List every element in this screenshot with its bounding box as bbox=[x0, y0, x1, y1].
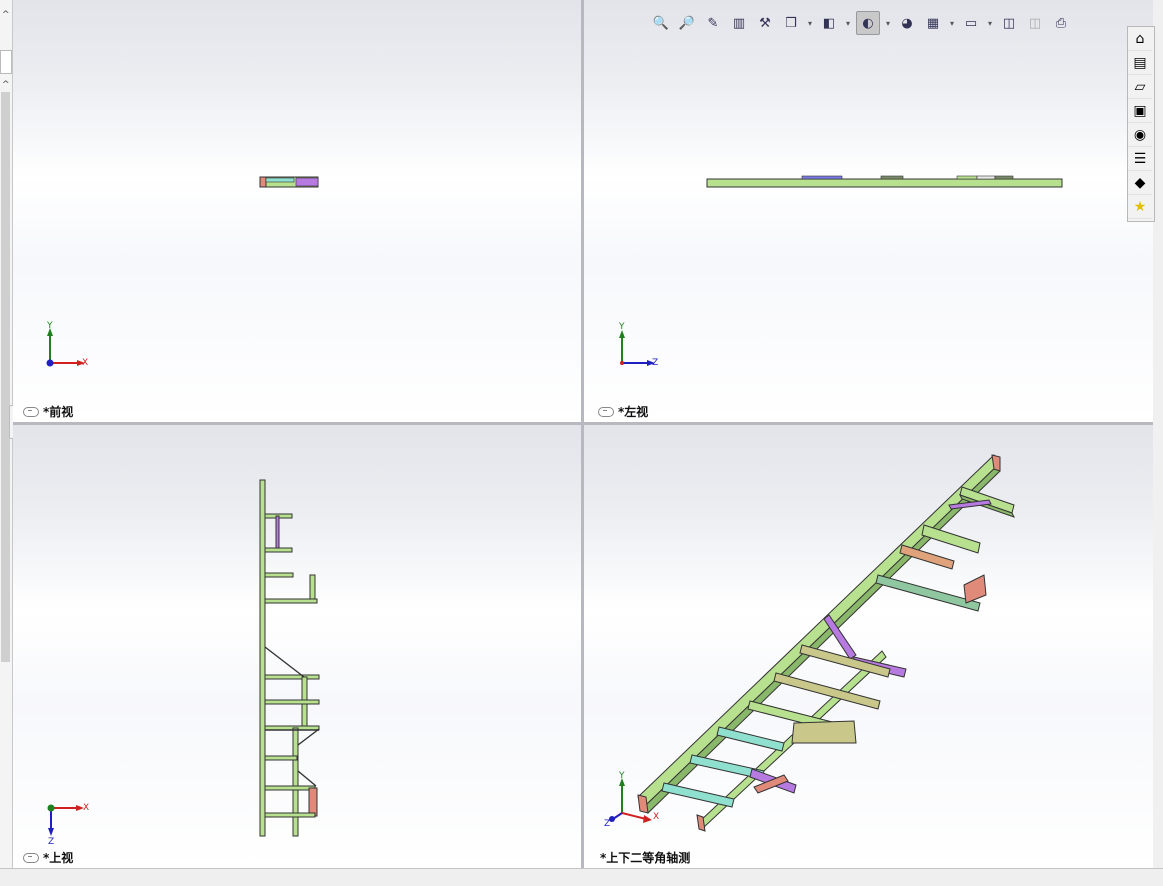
viewport-front-label: *前视 bbox=[23, 403, 73, 420]
status-bar bbox=[0, 868, 1163, 886]
appearances-icon[interactable]: ◉ bbox=[1128, 123, 1152, 147]
view-settings-icon[interactable]: ▭ bbox=[960, 12, 982, 34]
link-view-icon[interactable] bbox=[23, 406, 39, 417]
custom-properties-icon[interactable]: ☰ bbox=[1128, 147, 1152, 171]
zoom-to-fit-icon[interactable]: 🔍 bbox=[650, 12, 672, 34]
collapse-arrow-icon[interactable]: ^ bbox=[2, 10, 10, 20]
heads-up-view-toolbar: 🔍 🔎 ✎ ▥ ⚒ ❒ ▾ ◧ ▾ ◐ ▾ ◕ ▦ ▾ ▭ ▾ ◫ ◫ ⎙ bbox=[650, 10, 1072, 36]
viewport-isometric[interactable]: Y Z X *上下二等角轴测 bbox=[584, 425, 1153, 868]
section-view-icon[interactable]: ▥ bbox=[728, 12, 750, 34]
view-name: *上视 bbox=[43, 851, 74, 865]
camera-icon[interactable]: ⎙ bbox=[1050, 12, 1072, 34]
display-style-icon[interactable]: ◧ bbox=[818, 12, 840, 34]
apply-scene-icon[interactable]: ▦ bbox=[922, 12, 944, 34]
scroll-up-icon[interactable]: ^ bbox=[2, 80, 10, 90]
axis-x-label: X bbox=[653, 812, 660, 822]
axis-z-label: Z bbox=[604, 819, 611, 829]
file-explorer-icon[interactable]: ▱ bbox=[1128, 75, 1152, 99]
favorites-icon[interactable]: ★ bbox=[1128, 195, 1152, 219]
axis-y-label: Y bbox=[619, 771, 625, 781]
design-library-icon[interactable]: ▤ bbox=[1128, 51, 1152, 75]
view-palette-icon[interactable]: ▣ bbox=[1128, 99, 1152, 123]
chevron-down-icon[interactable]: ▾ bbox=[884, 12, 892, 34]
axis-x-label: X bbox=[82, 358, 89, 368]
home-icon[interactable]: ⌂ bbox=[1128, 27, 1152, 51]
window-icon[interactable]: ◫ bbox=[1024, 12, 1046, 34]
panel-handle[interactable] bbox=[0, 50, 12, 74]
chevron-down-icon[interactable]: ▾ bbox=[844, 12, 852, 34]
tutorials-icon[interactable]: ◆ bbox=[1128, 171, 1152, 195]
top-view-model bbox=[47, 479, 320, 837]
view-orientation-icon[interactable]: ❒ bbox=[780, 12, 802, 34]
chevron-down-icon[interactable]: ▾ bbox=[806, 12, 814, 34]
task-pane-tabs: ⌂ ▤ ▱ ▣ ◉ ☰ ◆ ★ bbox=[1127, 26, 1155, 222]
axis-z-label: Z bbox=[48, 837, 55, 847]
viewport-splitter-horizontal[interactable] bbox=[13, 422, 1153, 425]
chevron-down-icon[interactable]: ▾ bbox=[948, 12, 956, 34]
viewport-left-label: *左视 bbox=[598, 403, 648, 420]
viewport-top-label: *上视 bbox=[23, 849, 73, 866]
display-pane-icon[interactable]: ◫ bbox=[998, 12, 1020, 34]
viewport-top[interactable]: X Z *上视 bbox=[13, 425, 581, 868]
link-view-icon[interactable] bbox=[23, 852, 39, 863]
chevron-down-icon[interactable]: ▾ bbox=[986, 12, 994, 34]
viewport-iso-label: *上下二等角轴测 bbox=[600, 849, 690, 866]
hide-show-items-icon[interactable]: ◐ bbox=[856, 11, 880, 35]
left-view-model bbox=[619, 175, 1063, 366]
view-name: *前视 bbox=[43, 405, 74, 419]
axis-y-label: Y bbox=[47, 321, 53, 331]
axis-x-label: X bbox=[83, 803, 90, 813]
previous-view-icon[interactable]: ✎ bbox=[702, 12, 724, 34]
axis-z-label: Z bbox=[652, 358, 659, 368]
zoom-to-area-icon[interactable]: 🔎 bbox=[676, 12, 698, 34]
dynamic-annotation-icon[interactable]: ⚒ bbox=[754, 12, 776, 34]
isometric-view-model bbox=[609, 454, 1015, 832]
edit-appearance-icon[interactable]: ◕ bbox=[896, 12, 918, 34]
axis-y-label: Y bbox=[619, 322, 625, 332]
viewport-left[interactable]: Y Z *左视 🔍 🔎 ✎ ▥ ⚒ ❒ ▾ ◧ ▾ ◐ ▾ ◕ ▦ ▾ ▭ ▾ … bbox=[584, 0, 1153, 422]
viewport-splitter-vertical[interactable] bbox=[581, 0, 584, 868]
view-name: *左视 bbox=[618, 405, 649, 419]
scrollbar[interactable] bbox=[1, 92, 10, 662]
viewport-front[interactable]: Y X *前视 bbox=[13, 0, 581, 422]
front-view-model bbox=[46, 176, 319, 367]
view-name: *上下二等角轴测 bbox=[600, 851, 691, 865]
link-view-icon[interactable] bbox=[598, 406, 614, 417]
solidworks-window: ^ ^ ◂ Y X *前视 bbox=[0, 0, 1163, 886]
